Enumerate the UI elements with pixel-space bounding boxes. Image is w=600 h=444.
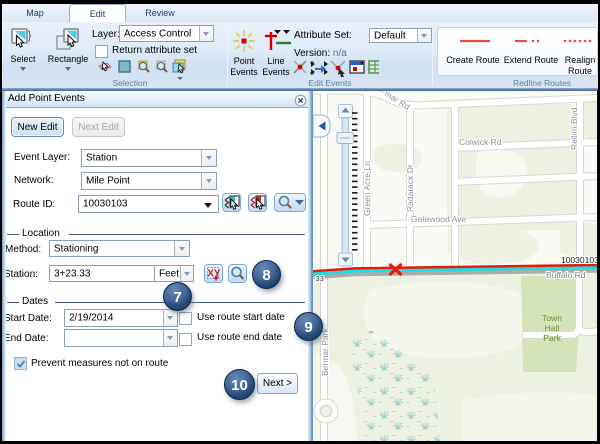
svg-text:Radarack Dr: Radarack Dr: [405, 164, 415, 212]
svg-text:Hall: Hall: [545, 323, 560, 333]
svg-text:Gatewood Ave: Gatewood Ave: [411, 214, 466, 224]
svg-text:Green Acre Ln: Green Acre Ln: [362, 161, 372, 216]
svg-text:10030103: 10030103: [561, 255, 597, 265]
svg-text:Bermar Park: Bermar Park: [320, 328, 330, 376]
svg-text:}: }: [28, 28, 32, 42]
svg-text:Colwick Rd: Colwick Rd: [459, 137, 502, 147]
svg-text:Town: Town: [542, 313, 562, 323]
svg-text:Buffalo Rd: Buffalo Rd: [546, 270, 586, 280]
svg-text:Park: Park: [543, 333, 561, 343]
svg-text:-33: -33: [313, 274, 324, 283]
svg-text:Rellim Blvd: Rellim Blvd: [569, 107, 579, 150]
